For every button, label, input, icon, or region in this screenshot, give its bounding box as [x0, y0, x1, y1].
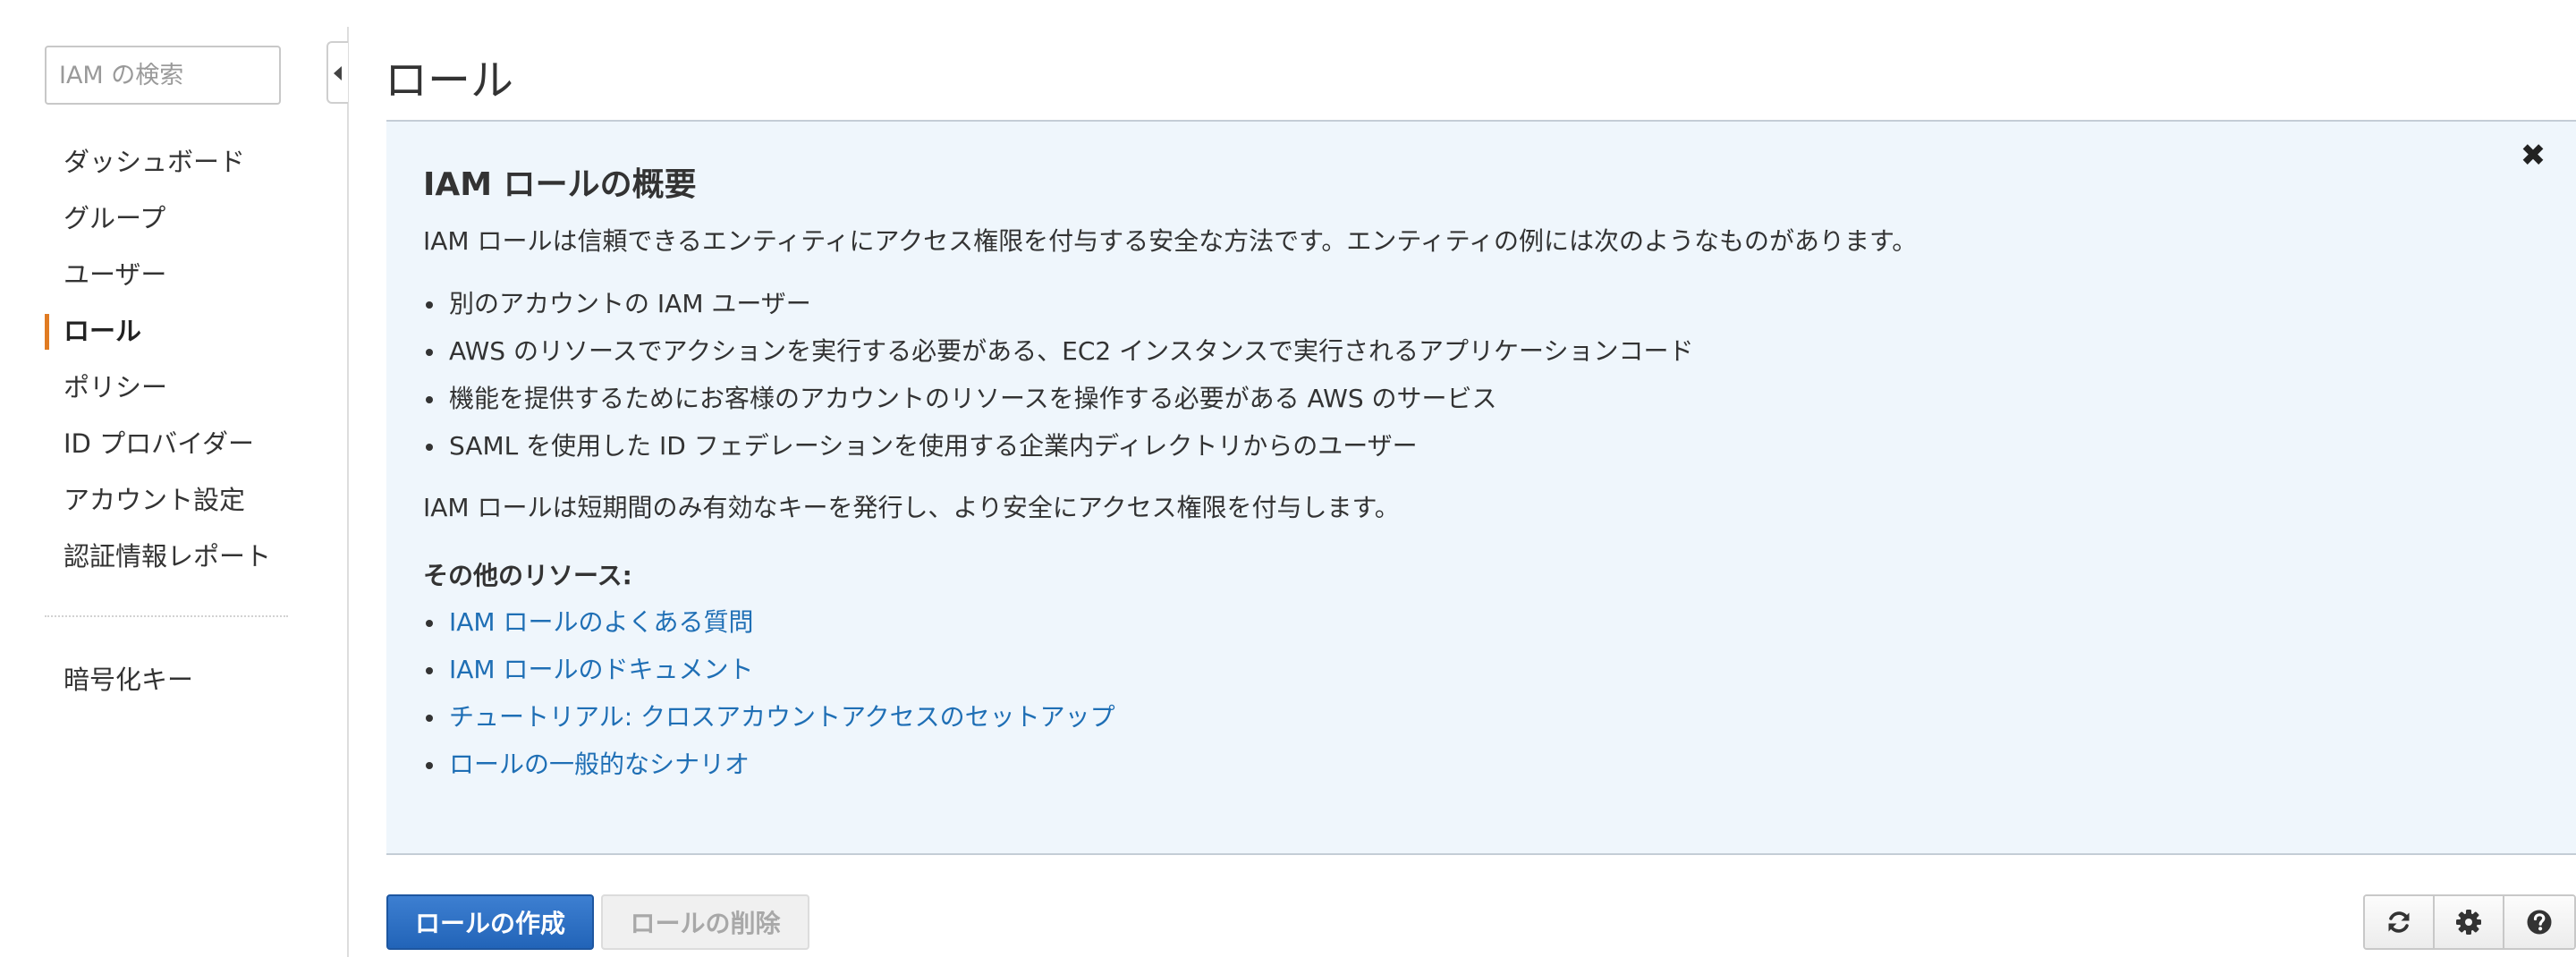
sidebar-divider	[45, 615, 288, 617]
toolbar-icon-group	[2363, 894, 2576, 950]
list-item: SAML を使用した ID フェデレーションを使用する企業内ディレクトリからのユ…	[423, 422, 2469, 470]
info-panel-intro: IAM ロールは信頼できるエンティティにアクセス権限を付与する安全な方法です。エ…	[423, 225, 1918, 256]
sidebar-secondary-nav: 暗号化キー	[45, 652, 304, 708]
sidebar-item-groups[interactable]: グループ	[45, 191, 304, 247]
page-title: ロール	[385, 55, 514, 106]
list-item: ロールの一般的なシナリオ	[423, 741, 2469, 788]
settings-button[interactable]	[2435, 896, 2504, 948]
sidebar-item-credential-report[interactable]: 認証情報レポート	[45, 529, 304, 585]
iam-console: ダッシュボード グループ ユーザー ロール ポリシー ID プロバイダー アカウ…	[0, 0, 2576, 957]
list-item: 機能を提供するためにお客様のアカウントのリソースを操作する必要がある AWS の…	[423, 375, 2469, 422]
list-item: 別のアカウントの IAM ユーザー	[423, 280, 2469, 327]
resource-links: IAM ロールのよくある質問 IAM ロールのドキュメント チュートリアル: ク…	[423, 598, 2469, 788]
sidebar-item-roles[interactable]: ロール	[45, 303, 304, 360]
sidebar-item-policies[interactable]: ポリシー	[45, 360, 304, 416]
sidebar-border	[347, 27, 349, 957]
resources-heading: その他のリソース:	[423, 560, 632, 590]
sidebar-nav: ダッシュボード グループ ユーザー ロール ポリシー ID プロバイダー アカウ…	[45, 134, 304, 585]
collapse-sidebar-button[interactable]	[326, 41, 348, 104]
info-panel: ✖ IAM ロールの概要 IAM ロールは信頼できるエンティティにアクセス権限を…	[386, 120, 2576, 855]
example-list: 別のアカウントの IAM ユーザー AWS のリソースでアクションを実行する必要…	[423, 280, 2469, 470]
search-input[interactable]	[45, 46, 281, 105]
sidebar-item-dashboard[interactable]: ダッシュボード	[45, 134, 304, 191]
gear-icon	[2456, 910, 2481, 935]
info-panel-content: IAM ロールの概要 IAM ロールは信頼できるエンティティにアクセス権限を付与…	[423, 165, 2469, 788]
info-panel-heading: IAM ロールの概要	[423, 166, 697, 203]
sidebar-item-account-settings[interactable]: アカウント設定	[45, 472, 304, 529]
help-button[interactable]	[2504, 896, 2574, 948]
link-common-scenarios[interactable]: ロールの一般的なシナリオ	[449, 750, 750, 779]
sidebar-item-identity-providers[interactable]: ID プロバイダー	[45, 416, 304, 472]
link-roles-documentation[interactable]: IAM ロールのドキュメント	[449, 655, 753, 684]
close-icon[interactable]: ✖	[2515, 138, 2551, 174]
delete-role-button: ロールの削除	[601, 894, 809, 950]
list-item: IAM ロールのよくある質問	[423, 598, 2469, 646]
refresh-button[interactable]	[2365, 896, 2435, 948]
create-role-button[interactable]: ロールの作成	[386, 894, 594, 950]
sidebar-item-users[interactable]: ユーザー	[45, 247, 304, 303]
help-icon	[2527, 910, 2552, 935]
info-panel-summary: IAM ロールは短期間のみ有効なキーを発行し、より安全にアクセス権限を付与します…	[423, 492, 1400, 522]
sidebar-item-encryption-keys[interactable]: 暗号化キー	[45, 652, 304, 708]
list-item: チュートリアル: クロスアカウントアクセスのセットアップ	[423, 693, 2469, 741]
link-cross-account-tutorial[interactable]: チュートリアル: クロスアカウントアクセスのセットアップ	[449, 702, 1115, 732]
link-roles-faq[interactable]: IAM ロールのよくある質問	[449, 607, 753, 637]
list-item: AWS のリソースでアクションを実行する必要がある、EC2 インスタンスで実行さ…	[423, 327, 2469, 375]
list-item: IAM ロールのドキュメント	[423, 646, 2469, 693]
refresh-icon	[2388, 911, 2410, 933]
